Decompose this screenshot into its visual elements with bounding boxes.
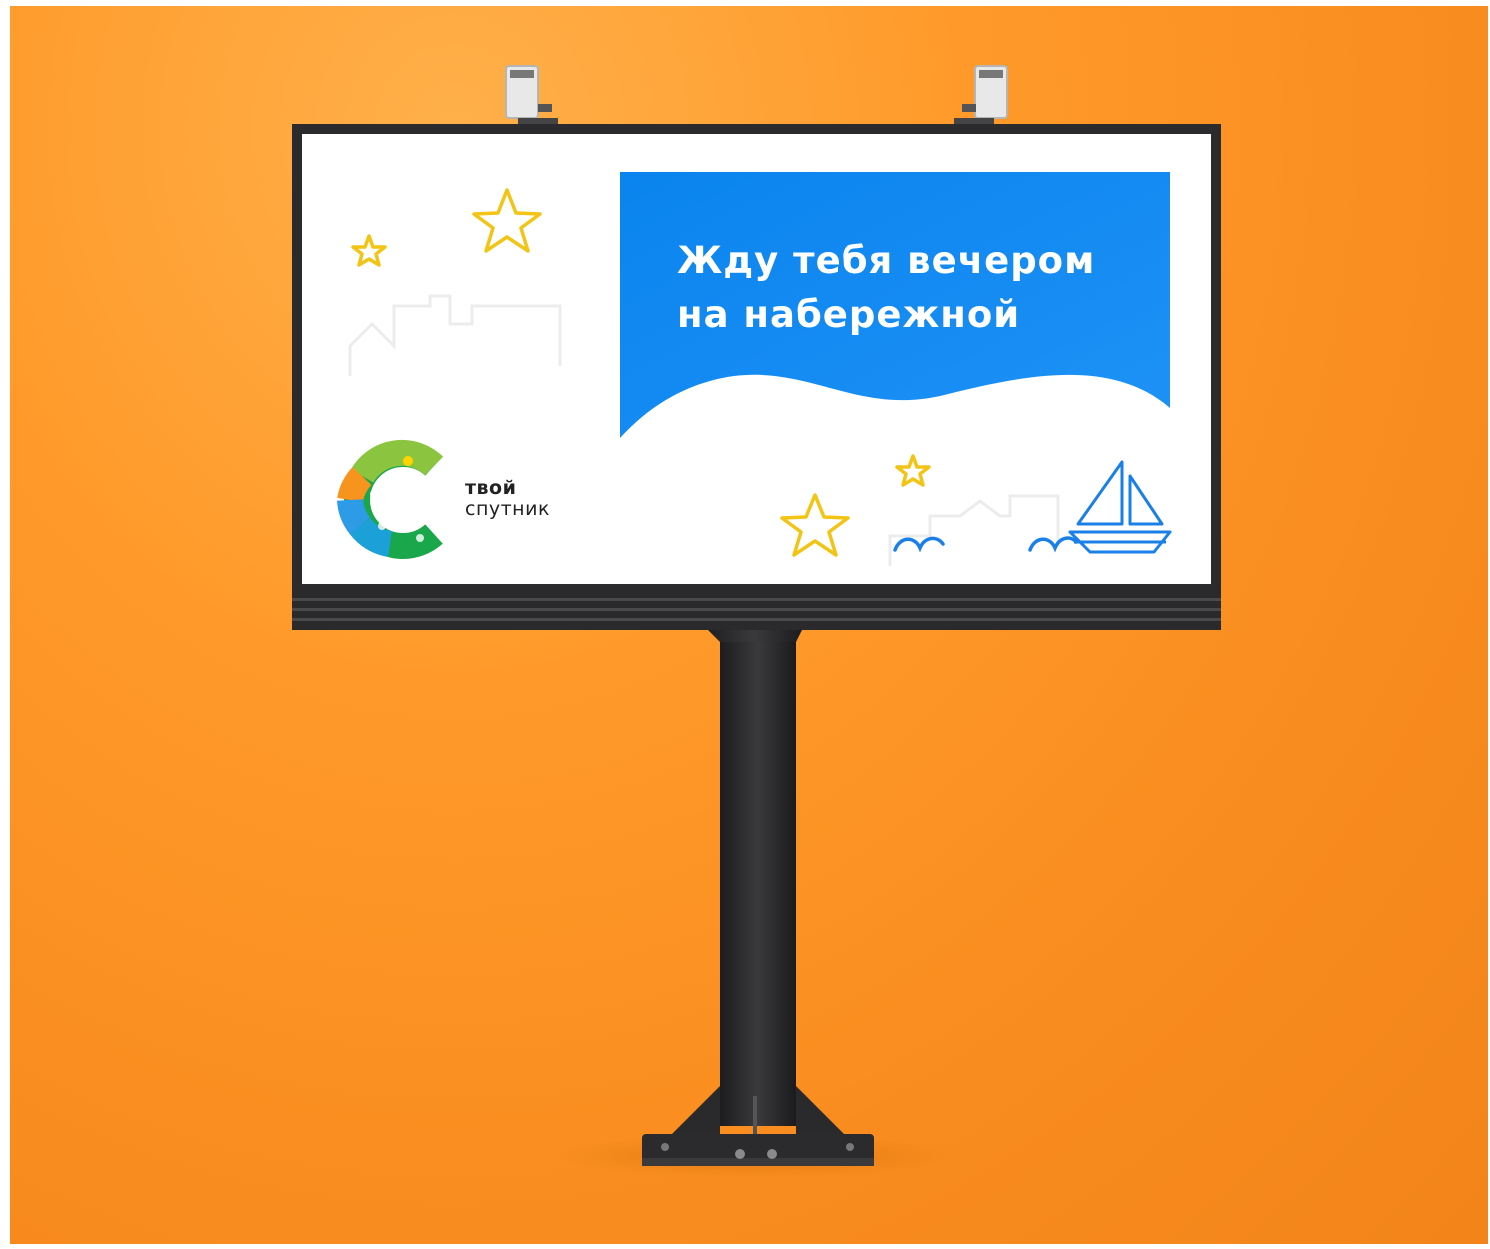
scene-background: Жду тебя вечером на набережной твой спут… — [10, 6, 1488, 1244]
spotlight — [505, 65, 558, 126]
headline-line-1: Жду тебя вечером — [677, 239, 1096, 282]
headline-line-2: на набережной — [677, 293, 1021, 336]
brand-line-1: твой — [465, 477, 517, 499]
pole — [642, 626, 874, 1166]
spotlight — [954, 65, 1008, 126]
billboard-illustration — [292, 65, 1221, 1178]
brand-name: твой спутник — [465, 478, 550, 520]
headline: Жду тебя вечером на набережной — [677, 234, 1157, 342]
brand-line-2: спутник — [465, 498, 550, 520]
